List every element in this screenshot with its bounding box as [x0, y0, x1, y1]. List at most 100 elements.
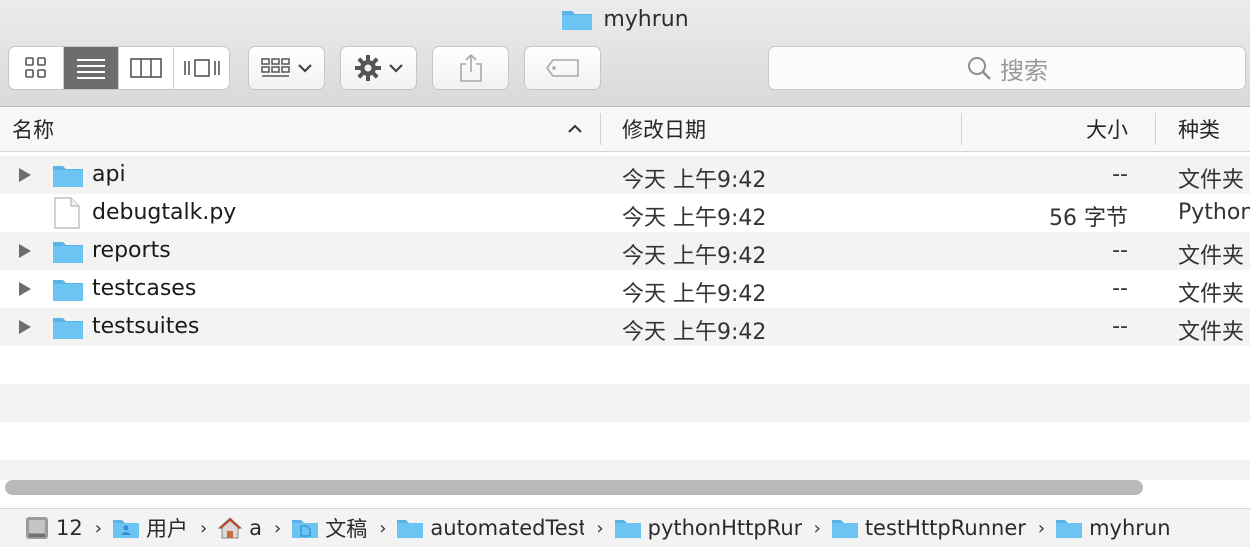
folder-icon: [53, 318, 83, 339]
column-separator[interactable]: [1155, 113, 1156, 145]
column-header-kind[interactable]: 种类: [1178, 107, 1220, 151]
path-item[interactable]: pythonHttpRun: [614, 516, 802, 540]
disclosure-triangle-icon[interactable]: [18, 319, 32, 335]
home-icon: [217, 517, 243, 539]
file-date: 今天 上午9:42: [622, 244, 767, 269]
column-separator[interactable]: [961, 113, 962, 145]
folder-icon: [614, 520, 641, 538]
column-date-label: 修改日期: [622, 118, 706, 142]
documents-folder-icon: [292, 520, 319, 538]
path-separator: ›: [94, 517, 102, 539]
window-title: myhrun: [0, 4, 1250, 34]
file-kind: 文件夹: [1178, 320, 1245, 345]
chevron-down-icon: [388, 64, 403, 73]
gear-icon: [354, 55, 381, 81]
empty-row: [0, 460, 1250, 480]
path-item[interactable]: a: [217, 516, 262, 540]
table-row[interactable]: testcases 今天 上午9:42 -- 文件夹: [0, 270, 1250, 308]
file-name: debugtalk.py: [92, 200, 237, 225]
path-item-label: a: [249, 516, 263, 540]
disclosure-triangle-icon[interactable]: [18, 167, 32, 183]
share-icon: [459, 53, 482, 82]
file-date: 今天 上午9:42: [622, 206, 767, 231]
search-field[interactable]: 搜索: [768, 46, 1246, 90]
path-item[interactable]: 用户: [112, 513, 188, 543]
document-icon: [54, 197, 80, 229]
file-kind: 文件夹: [1178, 168, 1245, 193]
file-name: testsuites: [92, 314, 200, 339]
file-size: --: [1112, 276, 1128, 301]
path-separator: ›: [596, 517, 604, 539]
path-item-label: testHttpRunner: [864, 516, 1026, 540]
search-icon: [968, 57, 991, 80]
disclosure-triangle-icon[interactable]: [18, 243, 32, 259]
column-kind-label: 种类: [1178, 118, 1220, 142]
list-header: 名称 修改日期 大小 种类: [0, 107, 1250, 152]
path-separator: ›: [199, 517, 208, 539]
path-item[interactable]: 12: [24, 515, 83, 541]
file-kind: Python: [1178, 200, 1250, 225]
table-row[interactable]: testsuites 今天 上午9:42 -- 文件夹: [0, 308, 1250, 346]
share-button[interactable]: [432, 46, 509, 90]
table-row[interactable]: api 今天 上午9:42 -- 文件夹: [0, 156, 1250, 194]
tag-icon: [545, 59, 579, 77]
disk-icon: [26, 517, 48, 539]
arrange-grid-icon: [260, 58, 290, 77]
file-date: 今天 上午9:42: [622, 282, 767, 307]
empty-row: [0, 346, 1250, 384]
arrange-button[interactable]: [248, 46, 325, 90]
file-size: --: [1112, 314, 1128, 339]
empty-row: [0, 422, 1250, 460]
view-mode-segment[interactable]: [8, 46, 230, 90]
file-size: --: [1112, 238, 1128, 263]
file-kind: 文件夹: [1178, 282, 1245, 307]
path-item[interactable]: 文稿: [291, 513, 367, 543]
file-date: 今天 上午9:42: [622, 168, 767, 193]
sort-ascending-icon[interactable]: [567, 124, 583, 134]
horizontal-scrollbar[interactable]: [5, 480, 1143, 495]
file-size: 56 字节: [1049, 206, 1128, 231]
file-list: api 今天 上午9:42 -- 文件夹 debugtalk.py 今天 上午9…: [0, 156, 1250, 480]
path-item-label: myhrun: [1089, 516, 1171, 540]
table-row[interactable]: reports 今天 上午9:42 -- 文件夹: [0, 232, 1250, 270]
folder-icon: [397, 520, 424, 538]
column-header-size[interactable]: 大小: [1086, 107, 1128, 151]
icon-view-button[interactable]: [9, 47, 64, 89]
column-size-label: 大小: [1086, 118, 1128, 142]
path-item-label: 文稿: [325, 517, 368, 541]
cover-flow-icon: [183, 59, 220, 77]
path-separator: ›: [379, 517, 387, 539]
path-separator: ›: [1037, 517, 1046, 539]
column-view-button[interactable]: [119, 47, 174, 89]
folder-icon: [562, 11, 593, 30]
file-name: api: [92, 162, 126, 187]
tags-button[interactable]: [524, 46, 601, 90]
table-row[interactable]: debugtalk.py 今天 上午9:42 56 字节 Python: [0, 194, 1250, 232]
grid-icon: [25, 57, 46, 78]
list-icon: [77, 59, 105, 79]
column-header-date[interactable]: 修改日期: [622, 107, 706, 151]
cover-flow-view-button[interactable]: [174, 47, 229, 89]
path-item[interactable]: myhrun: [1055, 516, 1171, 540]
search-placeholder: 搜索: [1000, 56, 1048, 85]
folder-icon: [53, 280, 83, 301]
empty-row: [0, 384, 1250, 422]
folder-icon: [53, 242, 83, 263]
folder-icon: [1056, 520, 1083, 538]
column-header-name[interactable]: 名称: [12, 107, 54, 151]
path-item[interactable]: automatedTest: [396, 516, 584, 540]
columns-icon: [130, 58, 162, 78]
path-separator: ›: [813, 517, 821, 539]
window-titlebar: myhrun 搜索: [0, 0, 1250, 107]
column-separator[interactable]: [600, 113, 601, 145]
file-kind: 文件夹: [1178, 244, 1245, 269]
path-item[interactable]: testHttpRunner: [831, 516, 1026, 540]
file-name: testcases: [92, 276, 197, 301]
list-view-button[interactable]: [64, 47, 119, 89]
path-item-label: 12: [56, 516, 83, 540]
action-menu-button[interactable]: [340, 46, 417, 90]
users-folder-icon: [112, 520, 139, 538]
disclosure-triangle-icon[interactable]: [18, 281, 32, 297]
path-item-label: 用户: [145, 517, 188, 541]
folder-icon: [53, 166, 83, 187]
